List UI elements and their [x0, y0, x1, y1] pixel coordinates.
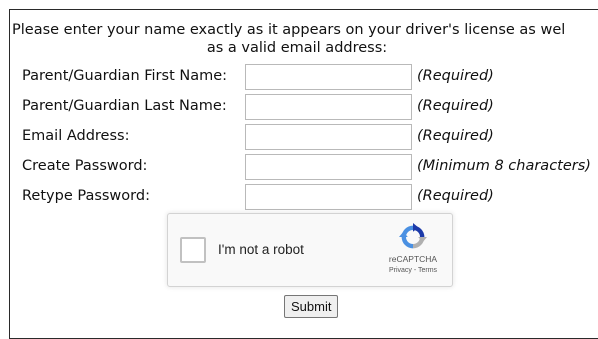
submit-button[interactable]: Submit: [284, 295, 339, 318]
create-password-label: Create Password:: [22, 158, 148, 174]
recaptcha-legal-links: Privacy - Terms: [373, 267, 453, 274]
retype-password-row: Retype Password: (Required): [22, 184, 598, 210]
create-password-field[interactable]: [245, 154, 412, 180]
first-name-field[interactable]: [245, 64, 412, 90]
recaptcha-label: I'm not a robot: [218, 242, 304, 257]
email-row: Email Address: (Required): [22, 124, 598, 150]
privacy-link[interactable]: Privacy: [389, 267, 412, 274]
instructions-line-2: as a valid email address:: [206, 40, 388, 56]
recaptcha-brand: reCAPTCHA: [388, 254, 438, 264]
recaptcha-logo-icon: [399, 223, 427, 249]
instructions-line-1: Please enter your name exactly as it app…: [12, 22, 566, 38]
last-name-field[interactable]: [245, 94, 412, 120]
retype-password-field[interactable]: [245, 184, 412, 210]
instructions-text: Please enter your name exactly as it app…: [12, 21, 598, 57]
last-name-row: Parent/Guardian Last Name: (Required): [22, 94, 598, 120]
email-hint: (Required): [417, 128, 494, 144]
recaptcha-widget: I'm not a robot reCAPTCHA Privacy - Term…: [167, 213, 453, 287]
last-name-label: Parent/Guardian Last Name:: [22, 98, 227, 114]
retype-password-hint: (Required): [417, 188, 494, 204]
retype-password-label: Retype Password:: [22, 188, 150, 204]
create-password-row: Create Password: (Minimum 8 characters): [22, 154, 598, 180]
email-label: Email Address:: [22, 128, 130, 144]
first-name-row: Parent/Guardian First Name: (Required): [22, 64, 598, 90]
email-field[interactable]: [245, 124, 412, 150]
first-name-label: Parent/Guardian First Name:: [22, 68, 228, 84]
first-name-hint: (Required): [417, 68, 494, 84]
recaptcha-checkbox[interactable]: [180, 237, 206, 263]
create-password-hint: (Minimum 8 characters): [417, 158, 591, 174]
last-name-hint: (Required): [417, 98, 494, 114]
terms-link[interactable]: Terms: [418, 267, 437, 274]
